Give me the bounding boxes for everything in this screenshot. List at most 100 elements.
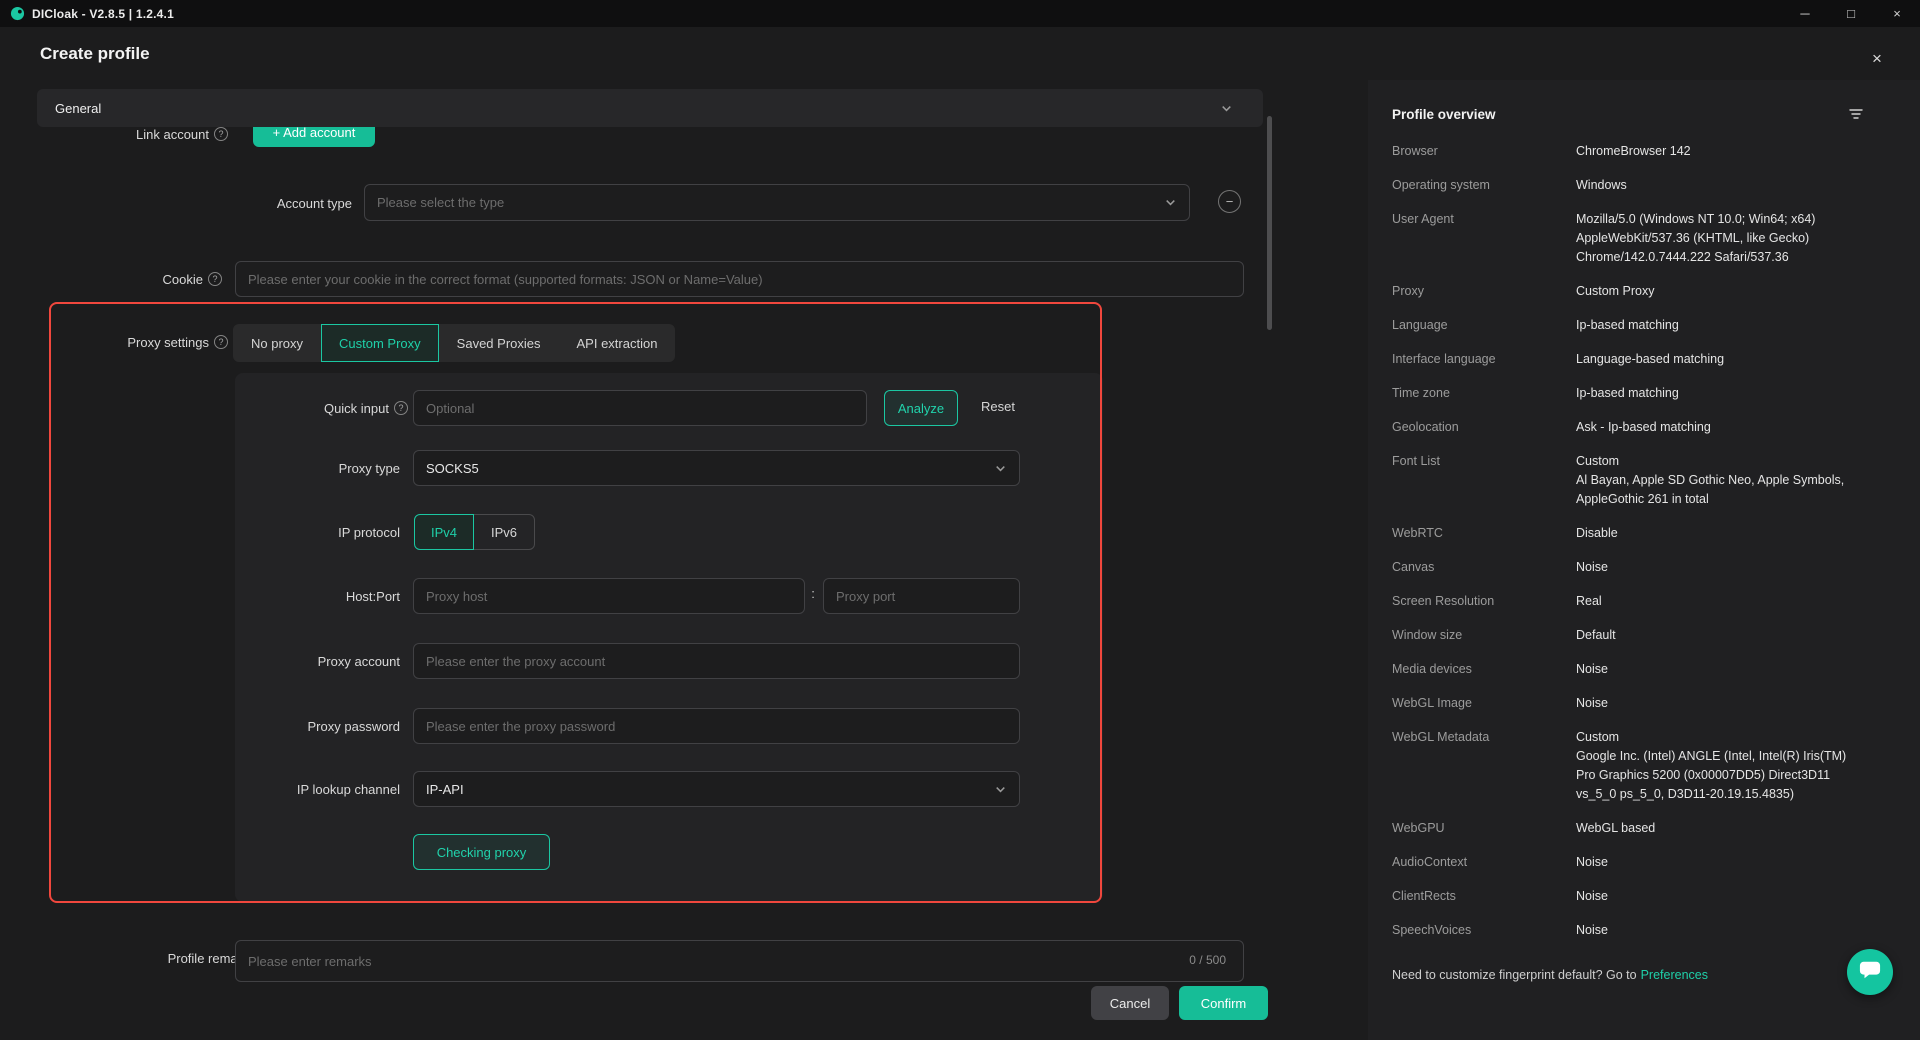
overview-label: Geolocation [1392,418,1576,437]
overview-row-webrtc: WebRTCDisable [1392,524,1864,543]
link-account-label-text: Link account [136,127,209,142]
chevron-down-icon [994,783,1007,796]
overview-label: WebRTC [1392,524,1576,543]
tab-api-extraction[interactable]: API extraction [559,324,676,362]
ip-protocol-label: IP protocol [240,523,400,541]
overview-value: Ask - Ip-based matching [1576,418,1864,437]
overview-label: Canvas [1392,558,1576,577]
ipv6-toggle[interactable]: IPv6 [473,514,535,550]
overview-value: Default [1576,626,1864,645]
overview-row-interface-language: Interface languageLanguage-based matchin… [1392,350,1864,369]
proxy-host-input[interactable] [413,578,805,614]
overview-value: Noise [1576,694,1864,713]
maximize-icon[interactable]: □ [1828,0,1874,27]
overview-label: Font List [1392,452,1576,509]
quick-input-field[interactable] [413,390,867,426]
ip-lookup-channel-select[interactable]: IP-API [413,771,1020,807]
app-title: DICloak - V2.8.5 | 1.2.4.1 [32,7,174,21]
ip-lookup-channel-value: IP-API [426,782,994,797]
chat-support-button[interactable] [1847,949,1893,995]
overview-label: Media devices [1392,660,1576,679]
overview-value: Noise [1576,921,1864,940]
proxy-port-input[interactable] [823,578,1020,614]
overview-value: Ip-based matching [1576,316,1864,335]
close-dialog-icon[interactable]: × [1864,46,1890,72]
profile-overview-sidebar: Profile overview BrowserChromeBrowser 14… [1368,80,1920,1040]
overview-row-font-list: Font ListCustom Al Bayan, Apple SD Gothi… [1392,452,1864,509]
tab-no-proxy[interactable]: No proxy [233,324,321,362]
overview-value: Noise [1576,558,1864,577]
info-icon[interactable]: ? [214,127,228,141]
overview-value: Noise [1576,853,1864,872]
overview-label: SpeechVoices [1392,921,1576,940]
overview-label: WebGL Metadata [1392,728,1576,804]
account-type-label: Account type [200,194,352,212]
info-icon[interactable]: ? [214,335,228,349]
overview-row-user-agent: User AgentMozilla/5.0 (Windows NT 10.0; … [1392,210,1864,267]
overview-row-window-size: Window sizeDefault [1392,626,1864,645]
chevron-down-icon [1220,102,1233,115]
confirm-button[interactable]: Confirm [1179,986,1268,1020]
close-window-icon[interactable]: × [1874,0,1920,27]
overview-label: Time zone [1392,384,1576,403]
profile-remarks-input[interactable] [235,940,1244,982]
overview-row-time-zone: Time zoneIp-based matching [1392,384,1864,403]
preferences-link[interactable]: Preferences [1641,968,1708,982]
proxy-type-select[interactable]: SOCKS5 [413,450,1020,486]
proxy-password-label: Proxy password [240,717,400,735]
titlebar: DICloak - V2.8.5 | 1.2.4.1 ─ □ × [0,0,1920,27]
info-icon[interactable]: ? [208,272,222,286]
ip-lookup-channel-label: IP lookup channel [225,780,400,798]
overview-row-geolocation: GeolocationAsk - Ip-based matching [1392,418,1864,437]
overview-value: Language-based matching [1576,350,1864,369]
analyze-button[interactable]: Analyze [884,390,958,426]
proxy-settings-label: Proxy settings ? [37,333,228,351]
minimize-icon[interactable]: ─ [1782,0,1828,27]
proxy-type-label: Proxy type [240,459,400,477]
account-type-select[interactable]: Please select the type [364,184,1190,221]
ipv4-toggle[interactable]: IPv4 [414,514,474,550]
overview-value: Custom Al Bayan, Apple SD Gothic Neo, Ap… [1576,452,1864,509]
proxy-account-label: Proxy account [240,652,400,670]
overview-label: WebGL Image [1392,694,1576,713]
info-icon[interactable]: ? [394,401,408,415]
tab-custom-proxy[interactable]: Custom Proxy [321,324,439,362]
remove-account-icon[interactable]: − [1218,190,1241,213]
overview-value: Ip-based matching [1576,384,1864,403]
quick-input-label-text: Quick input [324,401,389,416]
cookie-input[interactable] [235,261,1244,297]
filter-icon[interactable] [1848,106,1864,122]
overview-row-browser: BrowserChromeBrowser 142 [1392,142,1864,161]
overview-value: Custom Google Inc. (Intel) ANGLE (Intel,… [1576,728,1864,804]
overview-value: WebGL based [1576,819,1864,838]
host-port-label: Host:Port [240,587,400,605]
overview-value: Noise [1576,887,1864,906]
checking-proxy-button[interactable]: Checking proxy [413,834,550,870]
reset-button[interactable]: Reset [981,399,1015,414]
overview-label: Screen Resolution [1392,592,1576,611]
proxy-account-input[interactable] [413,643,1020,679]
proxy-password-input[interactable] [413,708,1020,744]
overview-row-webgpu: WebGPUWebGL based [1392,819,1864,838]
overview-row-language: LanguageIp-based matching [1392,316,1864,335]
overview-value: ChromeBrowser 142 [1576,142,1864,161]
overview-row-proxy: ProxyCustom Proxy [1392,282,1864,301]
proxy-settings-label-text: Proxy settings [127,335,209,350]
overview-label: WebGPU [1392,819,1576,838]
host-port-separator: : [806,586,820,601]
proxy-type-value: SOCKS5 [426,461,994,476]
overview-value: Custom Proxy [1576,282,1864,301]
overview-row-screen-resolution: Screen ResolutionReal [1392,592,1864,611]
customize-fingerprint-note: Need to customize fingerprint default? G… [1392,966,1864,984]
page-title: Create profile [40,44,150,64]
cookie-label: Cookie ? [37,270,222,288]
overview-row-canvas: CanvasNoise [1392,558,1864,577]
overview-label: Proxy [1392,282,1576,301]
overview-label: Window size [1392,626,1576,645]
cancel-button[interactable]: Cancel [1091,986,1169,1020]
vertical-scrollbar[interactable] [1267,116,1272,330]
tab-saved-proxies[interactable]: Saved Proxies [439,324,559,362]
dicloak-app: DICloak - V2.8.5 | 1.2.4.1 ─ □ × Create … [0,0,1920,1040]
overview-value: Real [1576,592,1864,611]
general-section-header[interactable]: General [37,89,1263,127]
